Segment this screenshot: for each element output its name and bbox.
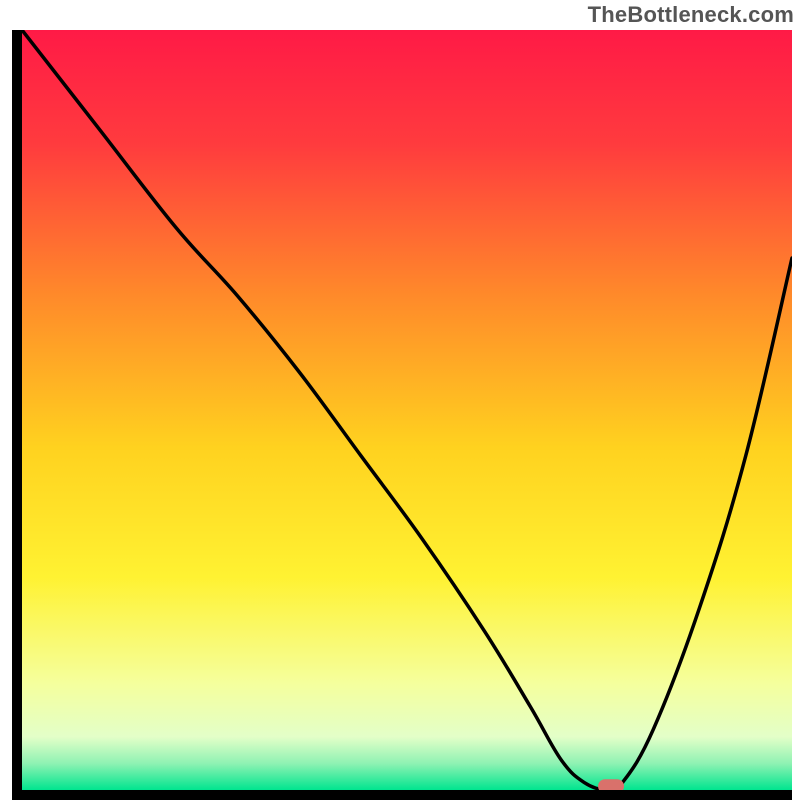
watermark-text: TheBottleneck.com — [588, 2, 794, 28]
chart-svg — [0, 0, 800, 800]
axis-left-border — [12, 30, 22, 800]
axis-bottom-border — [12, 790, 792, 800]
chart-frame: TheBottleneck.com — [0, 0, 800, 800]
